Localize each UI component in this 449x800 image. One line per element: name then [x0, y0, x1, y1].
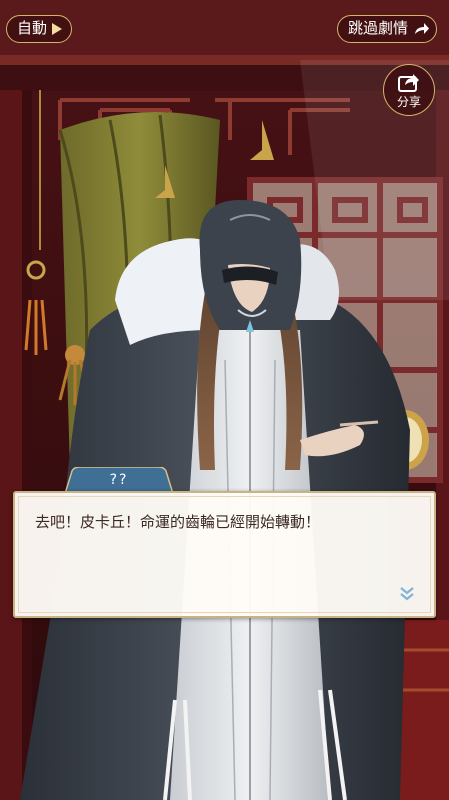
auto-play-button[interactable]: 自動 — [6, 15, 72, 43]
skip-story-label: 跳過劇情 — [348, 19, 409, 37]
story-scene[interactable]: 自動 跳過劇情 分享 ?? 去吧！皮卡丘！命運的齒輪已經開始轉動！ — [0, 0, 449, 800]
double-chevron-down-icon[interactable] — [399, 585, 415, 601]
scene-illustration — [0, 0, 449, 800]
auto-play-label: 自動 — [17, 19, 48, 37]
share-label: 分享 — [396, 95, 421, 109]
skip-story-button[interactable]: 跳過劇情 — [337, 15, 437, 43]
forward-arrow-icon — [415, 23, 429, 34]
dialogue-text: 去吧！皮卡丘！命運的齒輪已經開始轉動！ — [35, 513, 321, 531]
speaker-name: ?? — [109, 472, 129, 488]
play-triangle-icon — [52, 23, 62, 35]
share-arrow-icon — [398, 74, 419, 92]
share-button[interactable]: 分享 — [383, 64, 435, 116]
dialogue-box[interactable]: 去吧！皮卡丘！命運的齒輪已經開始轉動！ — [13, 491, 436, 618]
